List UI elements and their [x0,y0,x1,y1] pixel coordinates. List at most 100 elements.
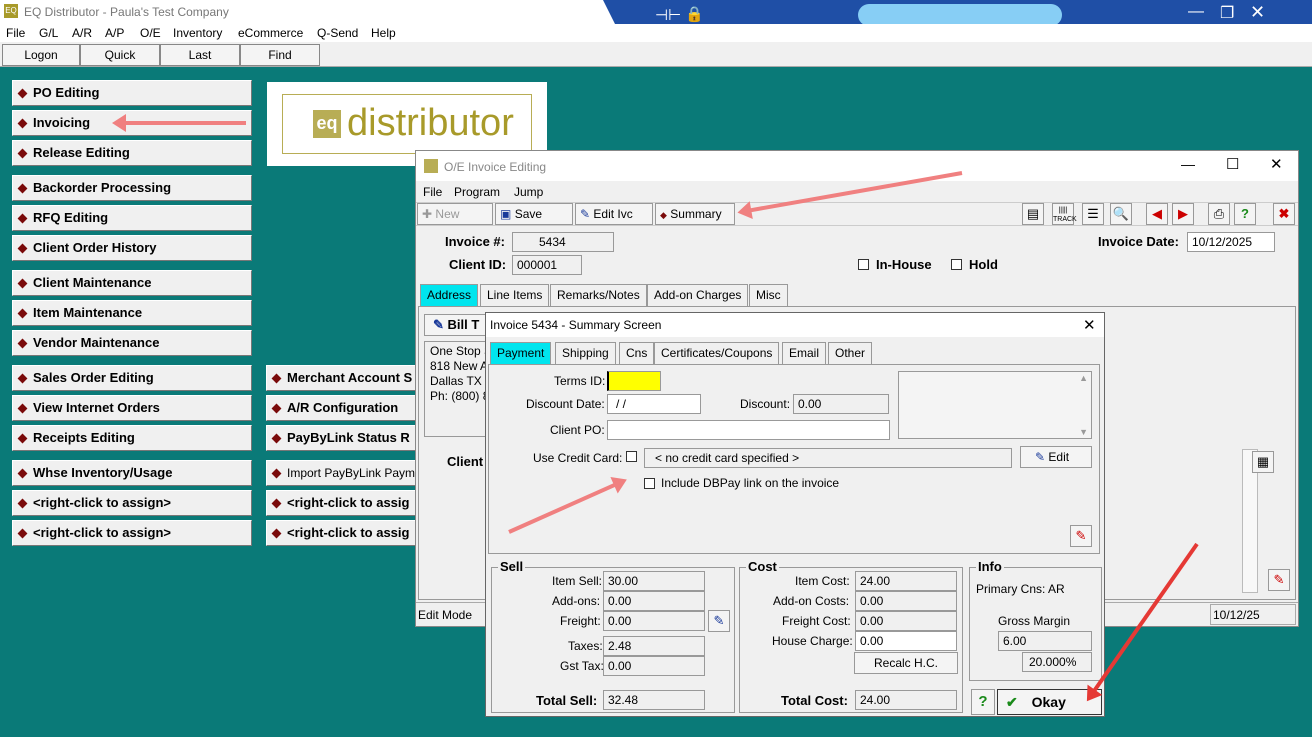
nav-item-maintenance[interactable]: Item Maintenance [12,300,252,326]
menu-gl[interactable]: G/L [39,26,58,40]
discount-date-field[interactable]: / / [607,394,701,414]
nav-import-paybylink[interactable]: Import PayByLink Payme [266,460,416,486]
menu-ap[interactable]: A/P [105,26,124,40]
find-button[interactable]: Find [240,44,320,66]
dbpay-checkbox[interactable] [644,478,655,489]
nav-receipts-editing[interactable]: Receipts Editing [12,425,252,451]
total-sell-label: Total Sell: [536,693,598,708]
maximize-icon[interactable]: ☐ [1226,155,1239,173]
tab-misc[interactable]: Misc [749,284,788,306]
track-icon[interactable]: ||||| TRACK [1052,203,1077,225]
nav-paybylink-status[interactable]: PayByLink Status R [266,425,416,451]
tab-line-items[interactable]: Line Items [480,284,550,306]
nav-rfq-editing[interactable]: RFQ Editing [12,205,252,231]
nav-ar-configuration[interactable]: A/R Configuration [266,395,416,421]
tab-addon-charges[interactable]: Add-on Charges [647,284,749,306]
tab-remarks[interactable]: Remarks/Notes [550,284,647,306]
menu-ecommerce[interactable]: eCommerce [238,26,303,40]
save-button[interactable]: ▣ Save [495,203,573,225]
save-label: Save [514,207,543,221]
tab-shipping[interactable]: Shipping [555,342,616,364]
prev-arrow-icon[interactable]: ◀ [1146,203,1168,225]
close-icon[interactable]: ✕ [1270,155,1283,173]
house-charge-field[interactable]: 0.00 [855,631,957,651]
diamond-icon [271,373,282,384]
close-icon[interactable]: ✕ [1083,316,1096,334]
nav-release-editing[interactable]: Release Editing [12,140,252,166]
nav-client-order-history[interactable]: Client Order History [12,235,252,261]
help-button[interactable]: ? [971,689,995,715]
nav-assign-3[interactable]: <right-click to assig [266,490,416,516]
tab-cns[interactable]: Cns [619,342,655,364]
nav-whse-inventory[interactable]: Whse Inventory/Usage [12,460,252,486]
edit-card-button[interactable]: ✎ Edit [1020,446,1092,468]
scroll-up-icon[interactable]: ▲ [1079,373,1088,383]
bill-to-button[interactable]: ✎ Bill T [424,314,492,336]
tab-payment[interactable]: Payment [490,342,552,364]
nav-label: View Internet Orders [33,400,160,415]
inhouse-checkbox[interactable] [858,259,869,270]
invoice-date-field[interactable]: 10/12/2025 [1187,232,1275,252]
pin-icon[interactable]: ⊣⊢ [655,6,681,24]
tab-address[interactable]: Address [420,284,479,306]
menu-file[interactable]: File [6,26,25,40]
menu-jump[interactable]: Jump [514,185,543,199]
nav-sales-order-editing[interactable]: Sales Order Editing [12,365,252,391]
tab-other[interactable]: Other [828,342,873,364]
diamond-icon [17,373,28,384]
close-icon[interactable]: ✕ [1250,2,1265,23]
minimize-icon[interactable]: — [1181,156,1195,172]
restore-icon[interactable]: ❐ [1220,3,1234,23]
tab-certificates[interactable]: Certificates/Coupons [654,342,780,364]
main-toolbar: Logon Quick Last Find [0,42,1312,67]
nav-client-maintenance[interactable]: Client Maintenance [12,270,252,296]
item-sell-field: 30.00 [603,571,705,591]
notepad-icon[interactable]: ▦ [1252,451,1274,473]
tab-email[interactable]: Email [782,342,827,364]
summary-button[interactable]: ◆ Summary [655,203,735,225]
last-button[interactable]: Last [160,44,240,66]
menu-qsend[interactable]: Q-Send [317,26,358,40]
new-button[interactable]: ✚ New [417,203,493,225]
scroll-down-icon[interactable]: ▼ [1079,427,1088,437]
menu-inventory[interactable]: Inventory [173,26,222,40]
logon-button[interactable]: Logon [2,44,80,66]
payment-notes-box[interactable]: ▲ ▼ [898,371,1092,439]
document-icon[interactable]: ☰ [1082,203,1104,225]
freight-edit-icon[interactable]: ✎ [708,610,730,632]
terms-id-field[interactable] [607,371,661,391]
nav-view-internet-orders[interactable]: View Internet Orders [12,395,252,421]
nav-vendor-maintenance[interactable]: Vendor Maintenance [12,330,252,356]
menu-file[interactable]: File [423,185,442,199]
menu-ar[interactable]: A/R [72,26,92,40]
print-icon[interactable]: ⎙ [1208,203,1230,225]
pencil-note-icon[interactable]: ✎ [1268,569,1290,591]
pencil-note-icon[interactable]: ✎ [1070,525,1092,547]
hold-checkbox[interactable] [951,259,962,270]
house-charge-label: House Charge: [772,634,853,648]
minimize-icon[interactable]: — [1188,3,1204,21]
database-icon[interactable]: ▤ [1022,203,1044,225]
help-icon[interactable]: ? [1234,203,1256,225]
nav-label: RFQ Editing [33,210,109,225]
client-id-field[interactable]: 000001 [512,255,582,275]
menu-oe[interactable]: O/E [140,26,161,40]
edit-invoice-button[interactable]: ✎ Edit Ivc [575,203,653,225]
quick-button[interactable]: Quick [80,44,160,66]
nav-po-editing[interactable]: PO Editing [12,80,252,106]
menu-program[interactable]: Program [454,185,500,199]
menu-help[interactable]: Help [371,26,396,40]
lock-icon[interactable]: 🔒 [685,5,704,23]
nav-backorder-processing[interactable]: Backorder Processing [12,175,252,201]
nav-merchant-account[interactable]: Merchant Account S [266,365,416,391]
search-icon[interactable]: 🔍 [1110,203,1132,225]
next-arrow-icon[interactable]: ▶ [1172,203,1194,225]
client-po-field[interactable] [607,420,890,440]
diamond-icon [17,498,28,509]
nav-assign-2[interactable]: <right-click to assign> [12,520,252,546]
close-x-icon[interactable]: ✖ [1273,203,1295,225]
nav-assign-1[interactable]: <right-click to assign> [12,490,252,516]
nav-assign-4[interactable]: <right-click to assig [266,520,416,546]
use-credit-card-checkbox[interactable] [626,451,637,462]
recalc-hc-button[interactable]: Recalc H.C. [854,652,958,674]
